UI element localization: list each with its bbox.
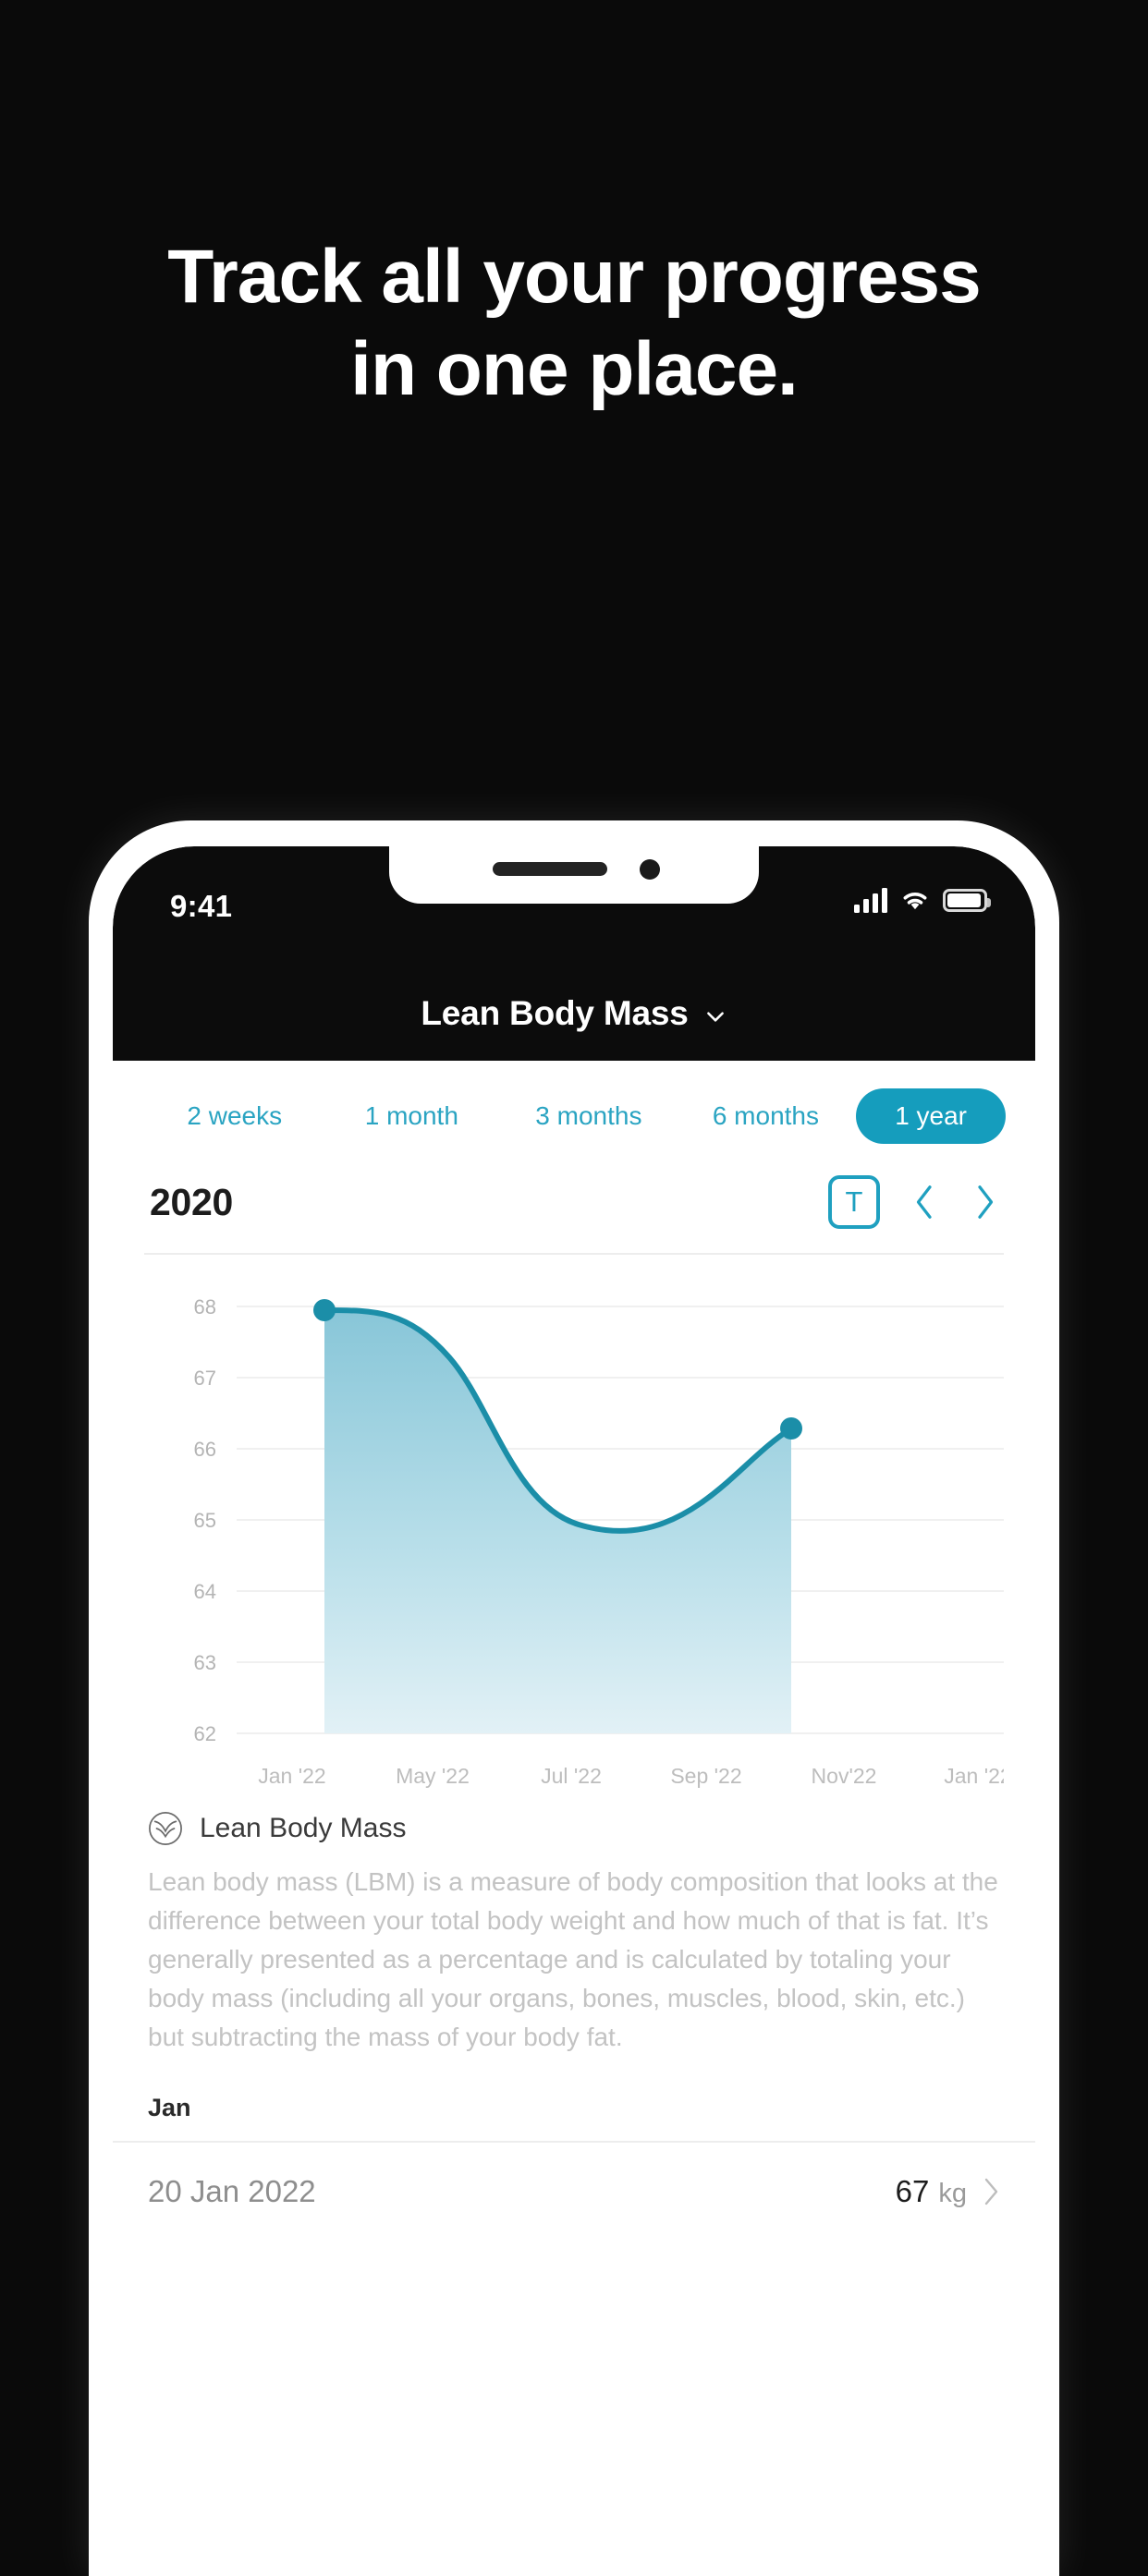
y-tick: 62 bbox=[194, 1722, 216, 1745]
entry-measure: 67 kg bbox=[896, 2174, 967, 2209]
app-header-title: Lean Body Mass bbox=[421, 994, 689, 1032]
front-camera-icon bbox=[640, 859, 660, 880]
table-row[interactable]: 20 Jan 2022 67 kg bbox=[113, 2143, 1035, 2241]
period-navigation: 2020 T bbox=[113, 1166, 1035, 1253]
description-title: Lean Body Mass bbox=[200, 1813, 407, 1843]
status-time: 9:41 bbox=[170, 889, 233, 923]
description-body: Lean body mass (LBM) is a measure of bod… bbox=[148, 1867, 998, 2051]
x-tick: May '22 bbox=[396, 1764, 470, 1788]
x-tick: Jul '22 bbox=[541, 1764, 602, 1788]
chevron-down-icon[interactable] bbox=[703, 1004, 727, 1028]
year-label: 2020 bbox=[150, 1180, 234, 1223]
battery-icon bbox=[943, 889, 991, 912]
y-tick: 64 bbox=[194, 1580, 216, 1603]
y-tick: 68 bbox=[194, 1295, 216, 1318]
chart-y-axis: 68 67 66 65 64 63 62 bbox=[194, 1295, 216, 1745]
x-tick: Nov'22 bbox=[812, 1764, 877, 1788]
tab-3-months[interactable]: 3 months bbox=[502, 1089, 676, 1143]
today-button[interactable]: T bbox=[828, 1175, 880, 1229]
tab-6-months[interactable]: 6 months bbox=[679, 1089, 853, 1143]
x-tick: Jan '22 bbox=[944, 1764, 1004, 1788]
cellular-signal-icon bbox=[854, 887, 887, 913]
entry-date: 20 Jan 2022 bbox=[148, 2174, 316, 2208]
description-section: Lean Body Mass Lean body mass (LBM) is a… bbox=[113, 1805, 1035, 2057]
header-divider bbox=[144, 1253, 1004, 1255]
x-tick: Jan '22 bbox=[258, 1764, 325, 1788]
phone-mockup: 9:41 Lean Body Mass 2 weeks 1 month 3 mo… bbox=[89, 820, 1059, 2576]
chart-area-fill bbox=[324, 1310, 791, 1733]
x-tick: Sep '22 bbox=[670, 1764, 741, 1788]
status-icons bbox=[854, 887, 991, 913]
chart-svg: 68 67 66 65 64 63 62 Jan '22 May '22 Jul… bbox=[194, 1295, 1004, 1788]
lean-body-mass-chart[interactable]: 68 67 66 65 64 63 62 Jan '22 May '22 Jul… bbox=[144, 1270, 1004, 1805]
list-month-header: Jan bbox=[148, 2094, 191, 2121]
tab-2-weeks[interactable]: 2 weeks bbox=[148, 1089, 322, 1143]
notch bbox=[389, 846, 759, 904]
timerange-tabs[interactable]: 2 weeks 1 month 3 months 6 months 1 year bbox=[113, 1061, 1035, 1166]
tab-1-month[interactable]: 1 month bbox=[325, 1089, 499, 1143]
y-tick: 63 bbox=[194, 1651, 216, 1674]
app-header[interactable]: Lean Body Mass bbox=[113, 966, 1035, 1061]
description-header: Lean Body Mass bbox=[148, 1811, 1000, 1846]
chevron-left-icon[interactable] bbox=[911, 1182, 939, 1222]
entry-unit: kg bbox=[938, 2179, 967, 2208]
entry-value: 67 bbox=[895, 2174, 930, 2208]
chevron-right-icon[interactable] bbox=[971, 1182, 998, 1222]
status-bar: 9:41 bbox=[113, 846, 1035, 966]
wifi-icon bbox=[903, 893, 927, 910]
y-tick: 66 bbox=[194, 1438, 216, 1461]
page-title: Track all your progress in one place. bbox=[167, 235, 981, 412]
y-tick: 67 bbox=[194, 1367, 216, 1390]
chart-marker-end[interactable] bbox=[780, 1417, 802, 1440]
speaker-grille-icon bbox=[493, 862, 607, 876]
tab-1-year[interactable]: 1 year bbox=[856, 1088, 1007, 1144]
period-actions: T bbox=[828, 1175, 998, 1229]
y-tick: 65 bbox=[194, 1509, 216, 1532]
chart-marker-start[interactable] bbox=[313, 1299, 336, 1321]
phone-screen: 9:41 Lean Body Mass 2 weeks 1 month 3 mo… bbox=[113, 846, 1035, 2576]
chevron-right-icon[interactable] bbox=[982, 2176, 1000, 2207]
chart-x-axis: Jan '22 May '22 Jul '22 Sep '22 Nov'22 J… bbox=[258, 1764, 1004, 1788]
lean-body-mass-icon bbox=[149, 1812, 182, 1845]
